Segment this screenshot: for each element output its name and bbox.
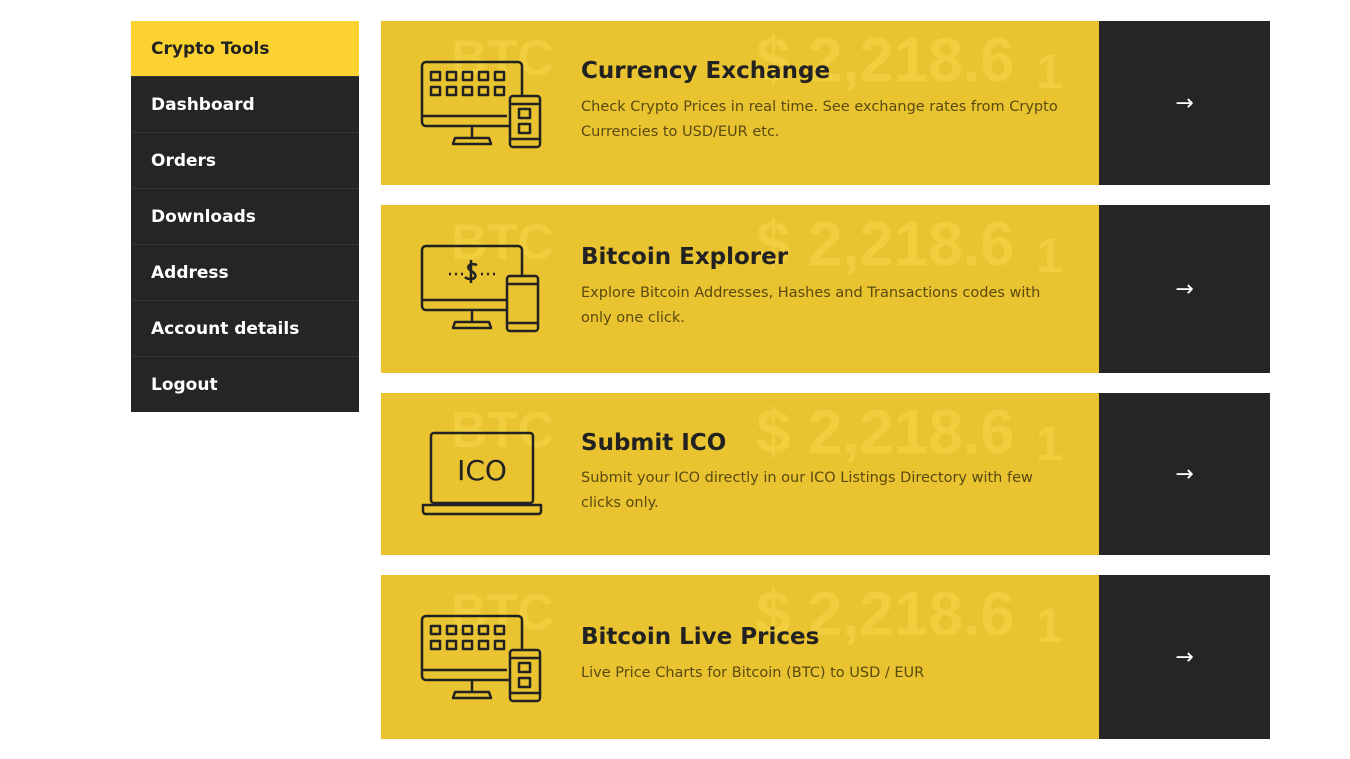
sidebar-item-account-details[interactable]: Account details [131,301,359,357]
tool-card-bitcoin-live-prices[interactable]: BTC $ 2,218.6 1 Bitcoin Live Prices Live… [381,575,1270,739]
sidebar-item-orders[interactable]: Orders [131,133,359,189]
tool-card-currency-exchange[interactable]: BTC $ 2,218.6 1 Currency Exchange Check … [381,21,1270,185]
sidebar-item-logout[interactable]: Logout [131,357,359,412]
tool-card-submit-ico[interactable]: BTC $ 2,218.6 1 ICO Submit ICO Submit yo… [381,393,1270,555]
card-title: Submit ICO [581,430,727,456]
sidebar-item-downloads[interactable]: Downloads [131,189,359,245]
card-description: Submit your ICO directly in our ICO List… [581,470,1033,511]
arrow-right-icon: → [1175,461,1194,487]
card-description: Live Price Charts for Bitcoin (BTC) to U… [581,665,925,681]
laptop-ico-icon: ICO [421,431,543,516]
tool-card-bitcoin-explorer[interactable]: BTC $ 2,218.6 1 Bitcoin Explorer Explore… [381,205,1270,373]
sidebar-item-dashboard[interactable]: Dashboard [131,77,359,133]
card-title: Currency Exchange [581,58,831,84]
open-submit-ico-button[interactable]: → [1099,393,1270,555]
monitor-phone-dollar-icon [420,244,540,333]
card-title: Bitcoin Live Prices [581,624,820,650]
arrow-right-icon: → [1175,644,1194,670]
monitor-phone-grid-icon [420,60,542,149]
arrow-right-icon: → [1175,90,1194,116]
svg-text:ICO: ICO [457,454,507,487]
open-bitcoin-explorer-button[interactable]: → [1099,205,1270,373]
arrow-right-icon: → [1175,276,1194,302]
sidebar-item-address[interactable]: Address [131,245,359,301]
open-currency-exchange-button[interactable]: → [1099,21,1270,185]
card-title: Bitcoin Explorer [581,244,789,270]
card-description: Explore Bitcoin Addresses, Hashes and Tr… [581,285,1041,326]
card-description: Check Crypto Prices in real time. See ex… [581,99,1058,140]
sidebar-item-crypto-tools[interactable]: Crypto Tools [131,21,359,77]
open-bitcoin-live-prices-button[interactable]: → [1099,575,1270,739]
account-sidebar: Crypto Tools Dashboard Orders Downloads … [131,21,359,412]
monitor-phone-grid-icon [420,614,542,703]
